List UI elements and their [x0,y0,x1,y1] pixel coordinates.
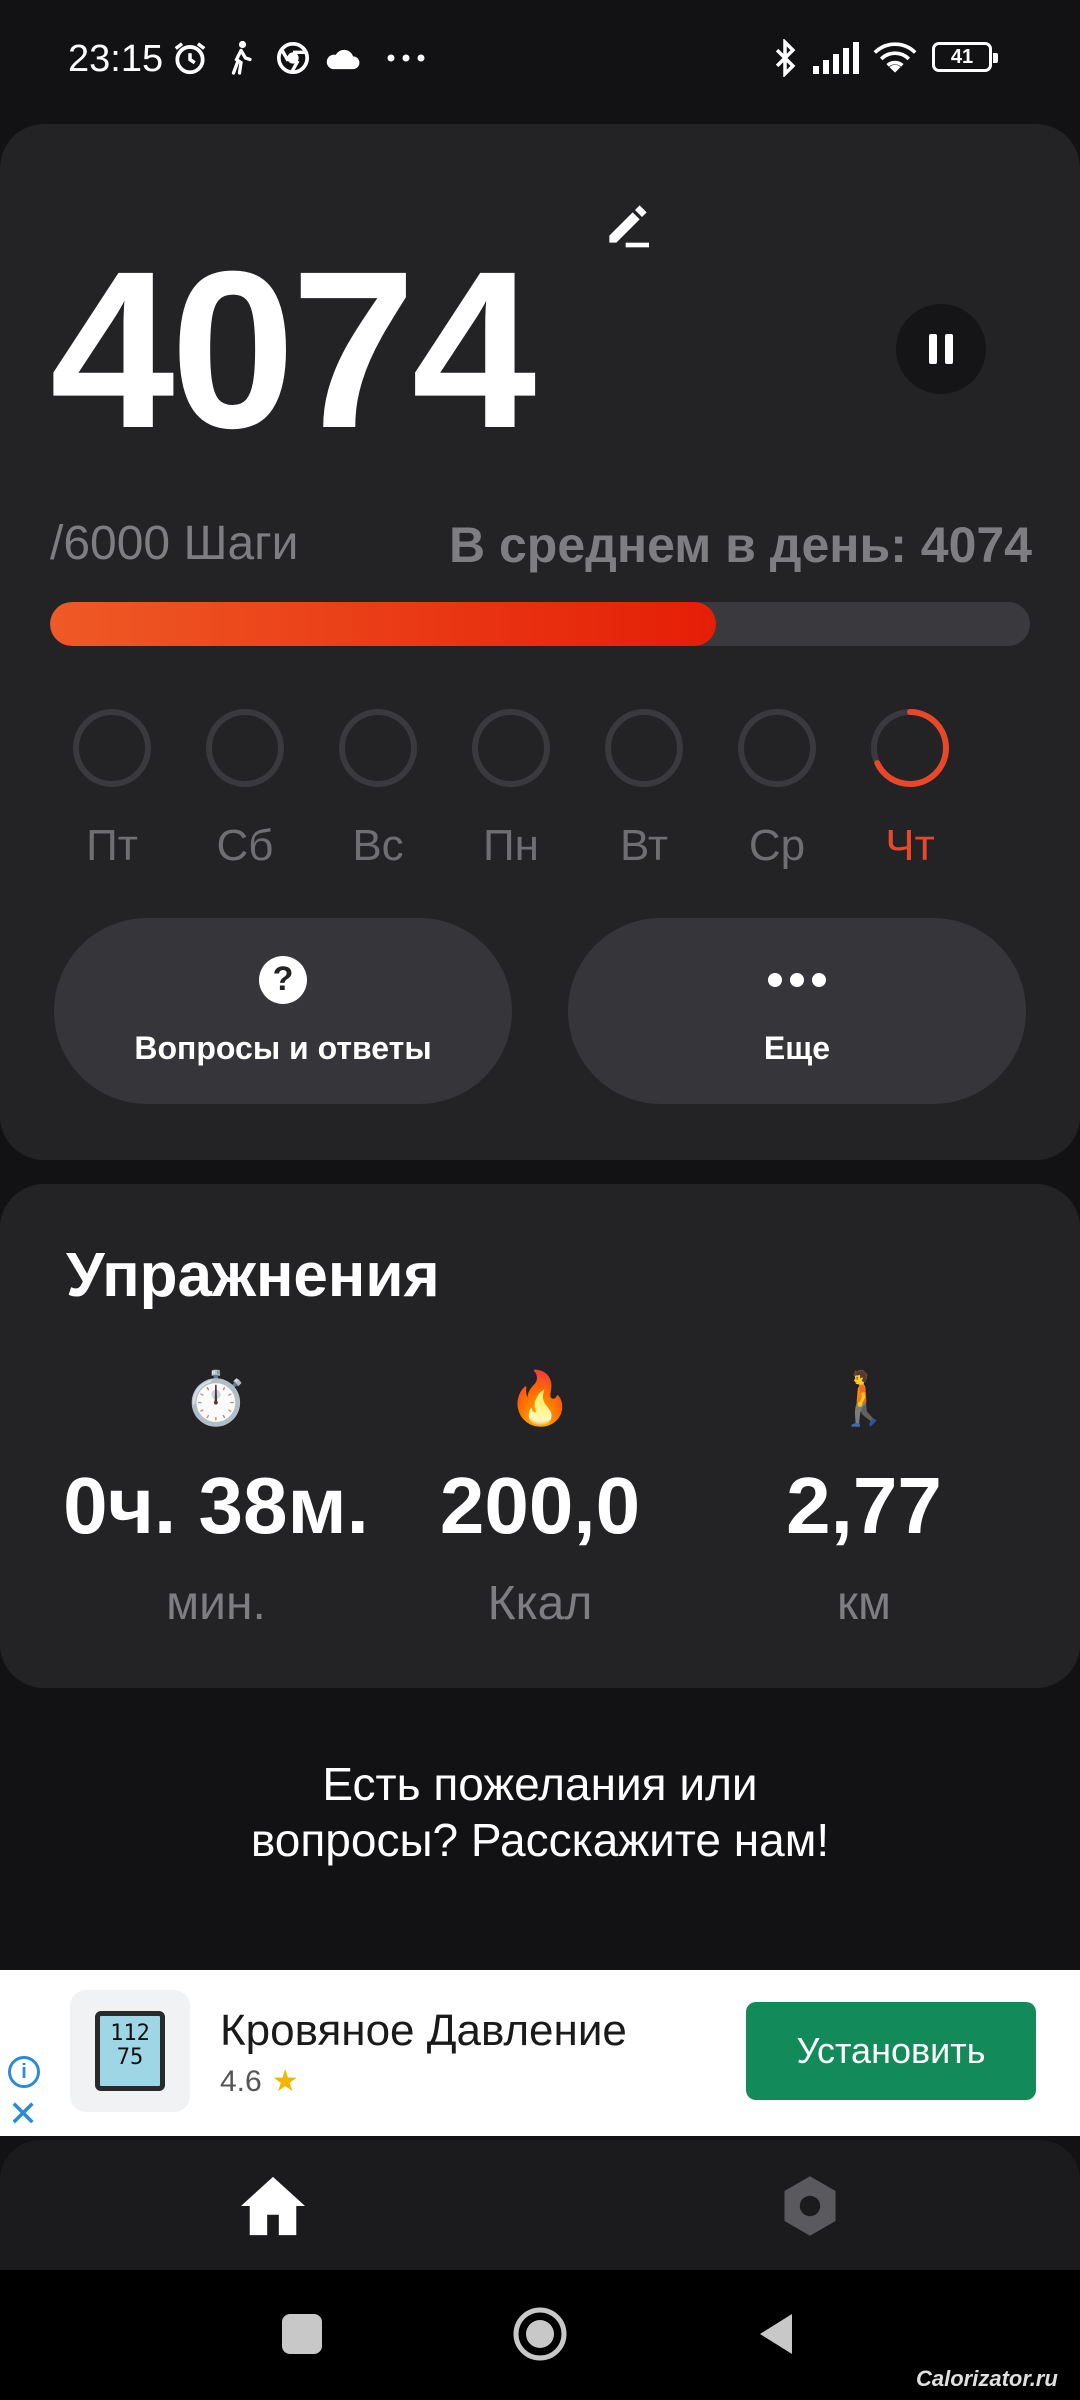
feedback-link[interactable]: Есть пожелания или вопросы? Расскажите н… [0,1756,1080,1868]
steps-count: 4074 [50,225,536,475]
day-ring-icon [738,709,816,787]
feedback-line-2: вопросы? Расскажите нам! [250,1814,830,1866]
stopwatch-icon: ⏱️ [183,1369,249,1429]
day-label: Пт [86,821,138,870]
faq-button[interactable]: ? Вопросы и ответы [54,918,512,1104]
steps-progress-fill [50,602,717,646]
feedback-line-1: Есть пожелания или [322,1758,758,1810]
faq-button-label: Вопросы и ответы [134,1029,432,1066]
status-time: 23:15 [68,38,164,80]
edit-goal-icon[interactable] [600,196,656,252]
walking-person-icon: 🚶 [831,1369,897,1429]
day-0[interactable]: Пт [52,708,172,871]
help-icon: ? [259,955,307,1004]
day-3[interactable]: Пн [451,708,571,871]
back-icon[interactable] [756,2310,796,2358]
day-5[interactable]: Ср [717,708,837,871]
steps-progress-bar [50,602,1030,646]
signal-icon [812,38,862,78]
pause-icon [925,334,957,364]
ad-info-icon[interactable]: i [8,2056,40,2088]
stat-duration-value: 0ч. 38м. [63,1461,369,1550]
day-label: Вс [352,821,404,870]
more-dots-icon [768,956,826,1004]
home-circle-icon[interactable] [512,2306,568,2362]
status-bar: 23:15 41 [0,0,1080,120]
ad-rating: 4.6 ★ [220,2064,299,2099]
day-ring-icon [73,709,151,787]
day-6[interactable]: Чт [850,708,970,871]
alarm-icon [170,38,210,78]
day-ring-icon [339,709,417,787]
bottom-navigation [0,2140,1080,2270]
battery-icon: 41 [932,42,998,72]
steps-goal: /6000 Шаги [50,517,299,570]
ad-app-icon: 112 75 [70,1990,190,2112]
day-ring-icon [871,709,949,787]
ad-close-icon[interactable]: ✕ [8,2096,38,2132]
wifi-icon [872,38,918,78]
ad-icon-line-2: 75 [116,2045,144,2070]
stat-calories: 🔥 200,0 Ккал [360,1366,720,1631]
star-icon: ★ [271,2065,299,2098]
blood-pressure-monitor-icon: 112 75 [95,2011,165,2091]
home-icon[interactable] [238,2174,308,2238]
day-label: Сб [216,821,274,870]
ad-icon-line-1: 112 [110,2021,150,2046]
stat-distance: 🚶 2,77 км [684,1366,1044,1631]
chrome-icon [274,38,312,78]
install-button[interactable]: Установить [746,2002,1036,2100]
fire-icon: 🔥 [507,1369,573,1429]
recent-apps-icon[interactable] [282,2314,322,2354]
more-dots-icon [384,38,428,78]
bluetooth-icon [770,38,800,78]
stat-duration: ⏱️ 0ч. 38м. мин. [36,1366,396,1631]
more-button[interactable]: Еще [568,918,1026,1104]
cloud-icon [322,38,362,78]
day-label: Чт [885,821,935,870]
daily-average: В среднем в день: 4074 [448,517,1032,573]
day-ring-icon [472,709,550,787]
settings-icon[interactable] [776,2172,844,2240]
day-ring-icon [206,709,284,787]
day-ring-icon [605,709,683,787]
day-label: Пн [483,821,539,870]
stat-distance-value: 2,77 [786,1461,942,1550]
ad-rating-value: 4.6 [220,2065,262,2098]
stat-calories-unit: Ккал [487,1577,593,1630]
day-2[interactable]: Вс [318,708,438,871]
stat-calories-value: 200,0 [439,1461,641,1550]
day-label: Ср [748,821,806,870]
watermark: Calorizator.ru [916,2366,1058,2391]
weekday-rings: Пт Сб Вс Пн Вт Ср Чт [50,708,1030,871]
exercise-title: Упражнения [66,1241,440,1310]
walking-icon [226,38,256,78]
day-4[interactable]: Вт [584,708,704,871]
stat-duration-unit: мин. [166,1577,266,1630]
pause-button[interactable] [896,304,986,394]
more-button-label: Еще [763,1029,831,1066]
stat-distance-unit: км [837,1577,891,1630]
day-label: Вт [619,821,669,870]
ad-app-name: Кровяное Давление [220,2006,627,2055]
day-1[interactable]: Сб [185,708,305,871]
